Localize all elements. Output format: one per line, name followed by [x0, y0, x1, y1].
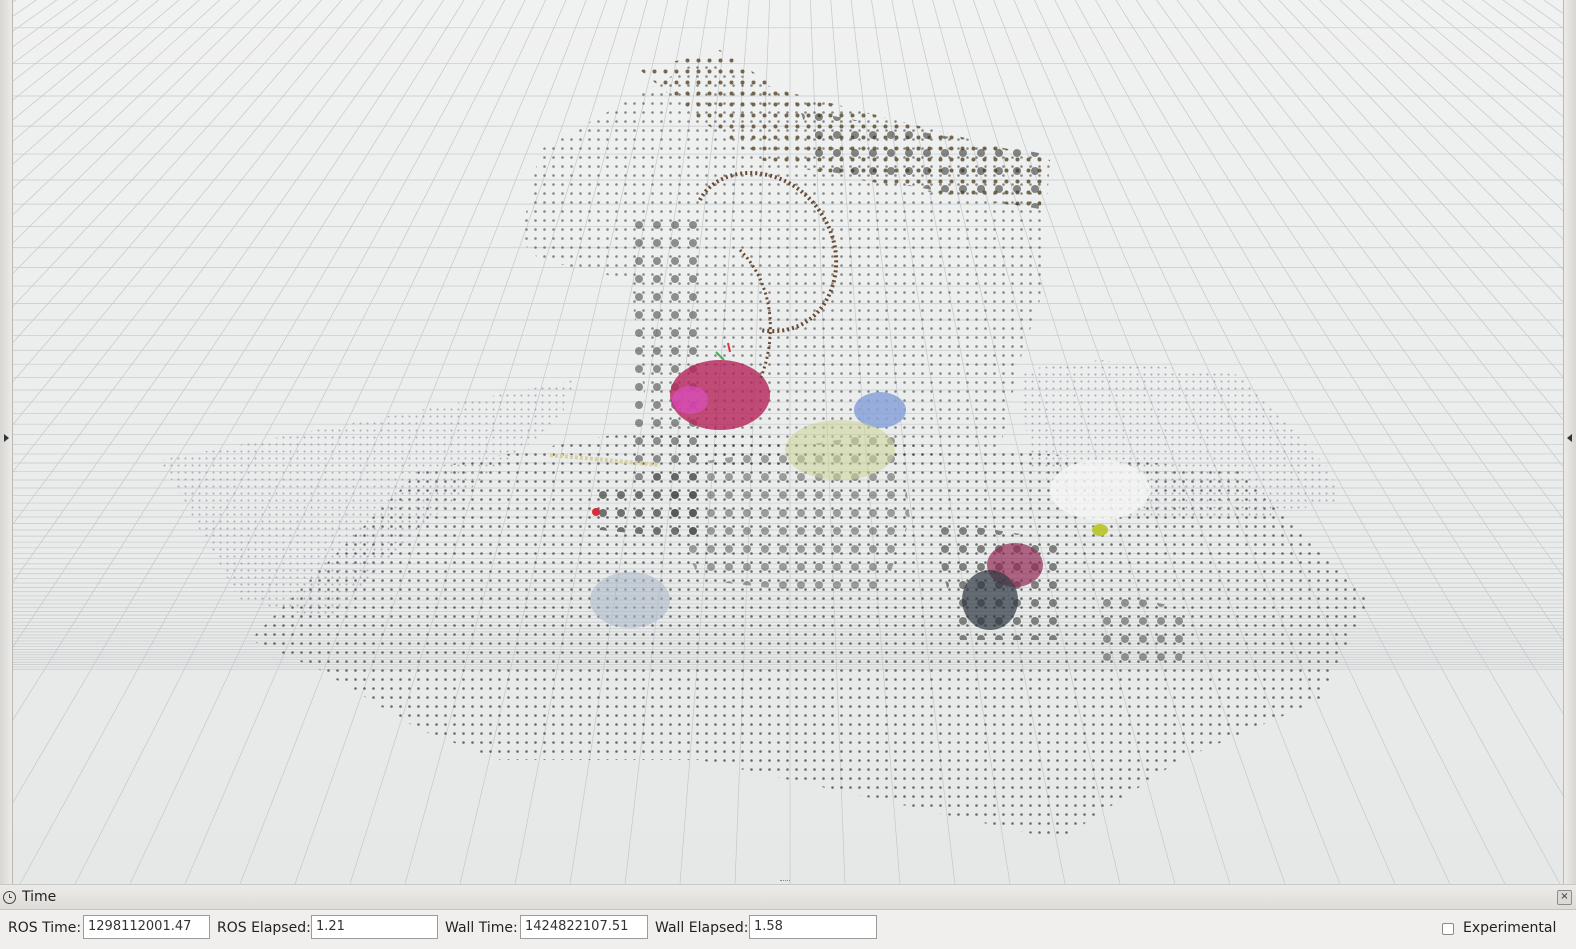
ros-time-label: ROS Time: [8, 920, 82, 936]
point-cloud-scene[interactable] [0, 0, 1576, 884]
wall-time-field[interactable]: 1424822107.51 [520, 915, 648, 939]
time-panel-header: Time × [0, 885, 1576, 910]
left-dock-handle[interactable] [0, 0, 13, 884]
experimental-label: Experimental [1463, 920, 1557, 936]
wall-elapsed-field[interactable]: 1.58 [749, 915, 877, 939]
expand-right-icon [1567, 434, 1572, 442]
experimental-checkbox[interactable] [1442, 923, 1454, 935]
wall-time-label: Wall Time: [445, 920, 518, 936]
ros-time-field[interactable]: 1298112001.47 [83, 915, 210, 939]
ros-elapsed-field[interactable]: 1.21 [311, 915, 438, 939]
panel-title: Time [22, 889, 57, 905]
ros-elapsed-label: ROS Elapsed: [217, 920, 311, 936]
right-dock-handle[interactable] [1563, 0, 1576, 884]
wall-elapsed-label: Wall Elapsed: [655, 920, 749, 936]
time-panel: Time × ROS Time: 1298112001.47 ROS Elaps… [0, 884, 1576, 949]
3d-render-view[interactable] [0, 0, 1576, 884]
close-icon[interactable]: × [1557, 890, 1572, 905]
expand-left-icon [4, 434, 9, 442]
clock-icon [3, 891, 16, 904]
